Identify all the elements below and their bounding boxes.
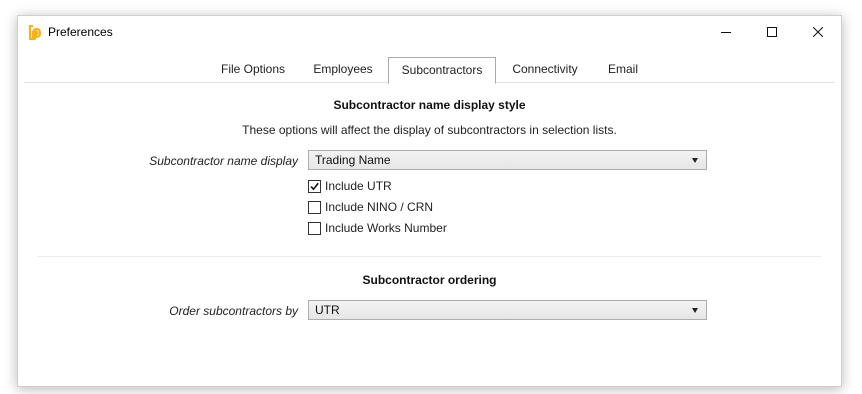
title-bar: Preferences — [18, 16, 841, 48]
include-works-number-option[interactable]: Include Works Number — [308, 220, 447, 236]
order-by-value: UTR — [315, 303, 340, 317]
tab-file-options[interactable]: File Options — [213, 57, 293, 83]
dropdown-arrow-icon — [692, 308, 698, 313]
tab-bar: File Options Employees Subcontractors Co… — [18, 57, 841, 84]
tab-connectivity[interactable]: Connectivity — [502, 57, 588, 83]
close-button[interactable] — [795, 16, 841, 48]
display-style-description: These options will affect the display of… — [242, 123, 617, 137]
order-by-label: Order subcontractors by — [169, 304, 298, 318]
include-utr-option[interactable]: Include UTR — [308, 178, 392, 194]
minimize-icon — [721, 32, 731, 33]
name-display-value: Trading Name — [315, 153, 391, 167]
include-nino-checkbox[interactable] — [308, 200, 321, 214]
include-utr-checkbox[interactable] — [308, 179, 321, 193]
ordering-heading: Subcontractor ordering — [362, 273, 497, 287]
include-works-number-checkbox[interactable] — [308, 221, 321, 235]
app-logo-icon — [28, 24, 42, 41]
minimize-button[interactable] — [703, 16, 749, 48]
dropdown-arrow-icon — [692, 158, 698, 163]
tab-subcontractors[interactable]: Subcontractors — [388, 57, 496, 84]
tab-employees[interactable]: Employees — [305, 57, 381, 83]
preferences-window: Preferences File Options Employees Subco… — [17, 15, 842, 387]
close-icon — [813, 27, 823, 37]
maximize-icon — [767, 27, 777, 37]
include-nino-option[interactable]: Include NINO / CRN — [308, 199, 433, 215]
include-nino-label: Include NINO / CRN — [325, 200, 434, 214]
section-separator — [38, 256, 821, 257]
tab-email[interactable]: Email — [598, 57, 648, 83]
display-style-heading: Subcontractor name display style — [333, 98, 526, 112]
order-by-select[interactable]: UTR — [308, 300, 707, 320]
maximize-button[interactable] — [749, 16, 795, 48]
include-works-number-label: Include Works Number — [325, 221, 447, 235]
name-display-select[interactable]: Trading Name — [308, 150, 707, 170]
include-utr-label: Include UTR — [325, 179, 392, 193]
window-title: Preferences — [48, 25, 113, 39]
checkmark-icon — [310, 182, 319, 190]
name-display-label: Subcontractor name display — [149, 154, 298, 168]
